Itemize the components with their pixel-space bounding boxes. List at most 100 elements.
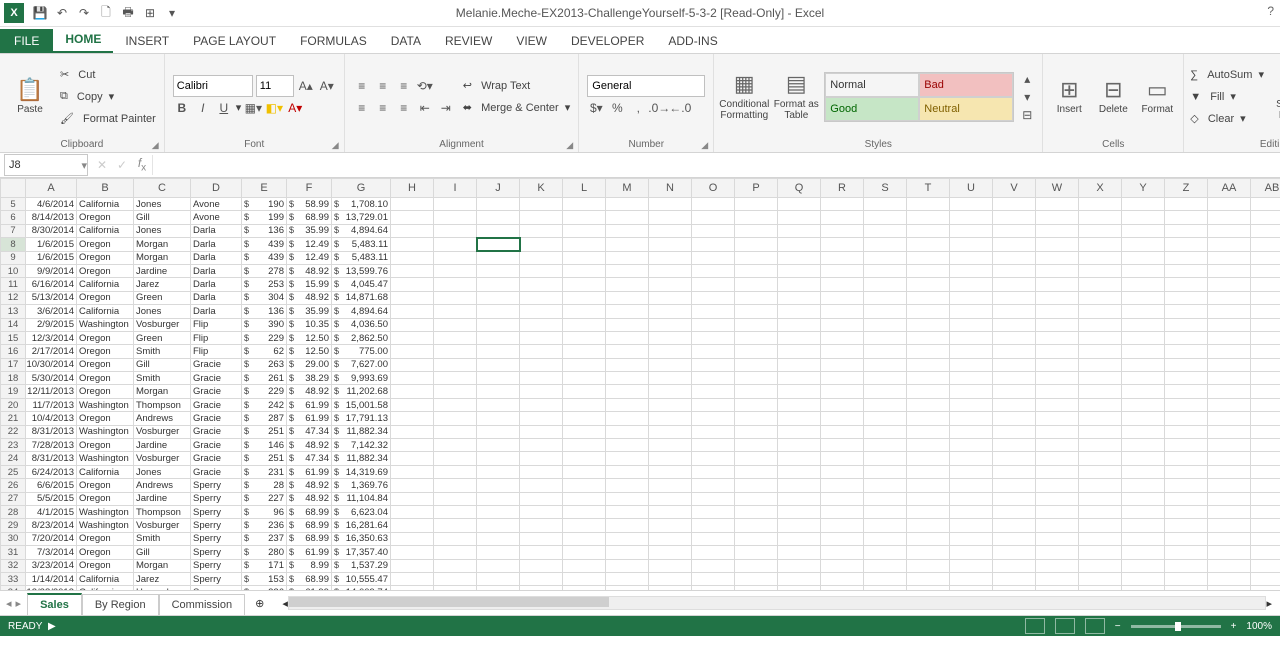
cell[interactable]: $4,045.47 bbox=[332, 278, 391, 291]
cell[interactable] bbox=[778, 291, 821, 304]
cell[interactable] bbox=[477, 532, 520, 545]
cell[interactable]: 4/1/2015 bbox=[26, 505, 77, 518]
cell[interactable] bbox=[821, 358, 864, 371]
cell[interactable] bbox=[692, 425, 735, 438]
row-header[interactable]: 16 bbox=[1, 345, 26, 358]
cell[interactable]: Andrews bbox=[134, 479, 191, 492]
cell[interactable]: $14,319.69 bbox=[332, 465, 391, 478]
cell[interactable]: Jardine bbox=[134, 439, 191, 452]
cell[interactable] bbox=[1036, 331, 1079, 344]
cell[interactable]: 12/28/2013 bbox=[26, 586, 77, 591]
cell[interactable]: Oregon bbox=[77, 211, 134, 224]
cell[interactable]: 4/6/2014 bbox=[26, 198, 77, 211]
cell[interactable] bbox=[1165, 278, 1208, 291]
cell[interactable]: $12.50 bbox=[287, 331, 332, 344]
cell[interactable]: $47.34 bbox=[287, 452, 332, 465]
cell[interactable] bbox=[1165, 452, 1208, 465]
cell[interactable] bbox=[993, 479, 1036, 492]
cell[interactable] bbox=[477, 305, 520, 318]
row-header[interactable]: 7 bbox=[1, 224, 26, 237]
styles-more-icon[interactable]: ⊟ bbox=[1018, 106, 1036, 124]
cell[interactable] bbox=[821, 305, 864, 318]
cell[interactable]: 7/20/2014 bbox=[26, 532, 77, 545]
cell[interactable] bbox=[1079, 479, 1122, 492]
cell[interactable]: $8.99 bbox=[287, 559, 332, 572]
cell[interactable] bbox=[1079, 559, 1122, 572]
cell[interactable] bbox=[864, 358, 907, 371]
cell[interactable] bbox=[993, 358, 1036, 371]
cancel-formula-icon[interactable]: ✕ bbox=[92, 158, 112, 172]
cell[interactable] bbox=[563, 251, 606, 264]
cell[interactable] bbox=[864, 439, 907, 452]
cell[interactable] bbox=[821, 465, 864, 478]
cell[interactable]: 1/14/2014 bbox=[26, 572, 77, 585]
wrap-text-button[interactable]: ↩ Wrap Text bbox=[461, 75, 573, 97]
cell[interactable] bbox=[1036, 224, 1079, 237]
cell[interactable]: $68.99 bbox=[287, 532, 332, 545]
cell[interactable] bbox=[907, 291, 950, 304]
cell[interactable]: $13,599.76 bbox=[332, 264, 391, 277]
cell[interactable] bbox=[1165, 385, 1208, 398]
cell[interactable] bbox=[563, 211, 606, 224]
cell[interactable] bbox=[907, 572, 950, 585]
cell[interactable] bbox=[520, 439, 563, 452]
cell[interactable] bbox=[1208, 586, 1251, 591]
font-launcher-icon[interactable]: ◢ bbox=[332, 140, 342, 150]
cell[interactable]: Smith bbox=[134, 532, 191, 545]
cell[interactable] bbox=[821, 278, 864, 291]
cell[interactable]: Green bbox=[134, 331, 191, 344]
cell[interactable] bbox=[477, 479, 520, 492]
cell[interactable] bbox=[1122, 586, 1165, 591]
cell[interactable] bbox=[649, 586, 692, 591]
cell[interactable] bbox=[692, 546, 735, 559]
cell[interactable] bbox=[434, 505, 477, 518]
cell[interactable] bbox=[1208, 546, 1251, 559]
cell[interactable] bbox=[1251, 452, 1280, 465]
cell[interactable]: Washington bbox=[77, 398, 134, 411]
cell[interactable] bbox=[735, 224, 778, 237]
font-color-button[interactable]: A▾ bbox=[286, 99, 304, 117]
cell[interactable]: $47.34 bbox=[287, 425, 332, 438]
cell[interactable] bbox=[1165, 305, 1208, 318]
cell[interactable] bbox=[1122, 532, 1165, 545]
cell[interactable] bbox=[1122, 439, 1165, 452]
cell[interactable] bbox=[391, 532, 434, 545]
cell[interactable] bbox=[950, 224, 993, 237]
cell[interactable] bbox=[649, 439, 692, 452]
cell[interactable] bbox=[993, 318, 1036, 331]
qat-quickprint-icon[interactable]: 🖶 bbox=[118, 3, 138, 23]
cell[interactable] bbox=[1165, 331, 1208, 344]
cell[interactable] bbox=[606, 385, 649, 398]
cell[interactable] bbox=[606, 425, 649, 438]
cell[interactable]: 8/31/2013 bbox=[26, 452, 77, 465]
cell[interactable] bbox=[563, 318, 606, 331]
cell[interactable] bbox=[649, 559, 692, 572]
qat-save-icon[interactable]: 💾 bbox=[30, 3, 50, 23]
cell[interactable]: $11,202.68 bbox=[332, 385, 391, 398]
cell[interactable] bbox=[391, 264, 434, 277]
cell[interactable] bbox=[1079, 492, 1122, 505]
cell[interactable] bbox=[391, 372, 434, 385]
cell[interactable]: Avone bbox=[191, 211, 242, 224]
cell[interactable] bbox=[778, 385, 821, 398]
font-size-select[interactable] bbox=[256, 75, 294, 97]
cell[interactable] bbox=[864, 305, 907, 318]
cell[interactable] bbox=[1165, 224, 1208, 237]
cell[interactable] bbox=[735, 385, 778, 398]
cell[interactable] bbox=[391, 465, 434, 478]
cell[interactable] bbox=[692, 479, 735, 492]
cell[interactable]: Morgan bbox=[134, 251, 191, 264]
cell[interactable] bbox=[864, 211, 907, 224]
cell[interactable]: 5/5/2015 bbox=[26, 492, 77, 505]
cell[interactable]: $4,894.64 bbox=[332, 305, 391, 318]
cell[interactable] bbox=[692, 291, 735, 304]
cell[interactable] bbox=[1079, 519, 1122, 532]
cell[interactable]: $390 bbox=[242, 318, 287, 331]
cell[interactable] bbox=[520, 224, 563, 237]
cell[interactable]: 3/6/2014 bbox=[26, 305, 77, 318]
cell[interactable] bbox=[1122, 318, 1165, 331]
cell[interactable]: Darla bbox=[191, 291, 242, 304]
cell[interactable] bbox=[1208, 572, 1251, 585]
accounting-format-icon[interactable]: $▾ bbox=[587, 99, 605, 117]
cell[interactable] bbox=[606, 211, 649, 224]
